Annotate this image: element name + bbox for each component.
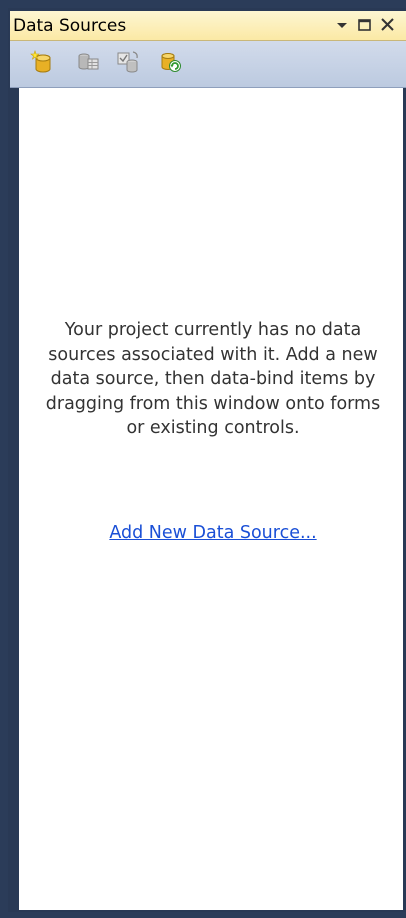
edit-dataset-with-designer-button[interactable] <box>76 50 100 74</box>
add-new-data-source-link[interactable]: Add New Data Source... <box>19 523 406 543</box>
window-title: Data Sources <box>13 16 127 36</box>
add-new-data-source-button[interactable] <box>30 50 54 74</box>
configure-dataset-icon <box>117 51 138 73</box>
add-data-source-icon <box>30 50 51 73</box>
edit-dataset-designer-icon <box>78 53 99 70</box>
maximize-button[interactable] <box>355 15 375 35</box>
toolbar <box>10 41 406 88</box>
close-icon <box>381 18 394 31</box>
refresh-button[interactable] <box>158 50 182 74</box>
refresh-icon <box>161 53 181 72</box>
close-button[interactable] <box>378 15 398 35</box>
maximize-icon <box>358 19 371 31</box>
window-position-dropdown-button[interactable] <box>332 15 352 35</box>
chevron-down-icon <box>337 23 347 28</box>
data-sources-panel: Your project currently has no data sourc… <box>19 88 403 910</box>
empty-state-message: Your project currently has no data sourc… <box>45 320 381 438</box>
configure-dataset-button[interactable] <box>116 50 140 74</box>
title-bar[interactable]: Data Sources <box>10 11 406 41</box>
